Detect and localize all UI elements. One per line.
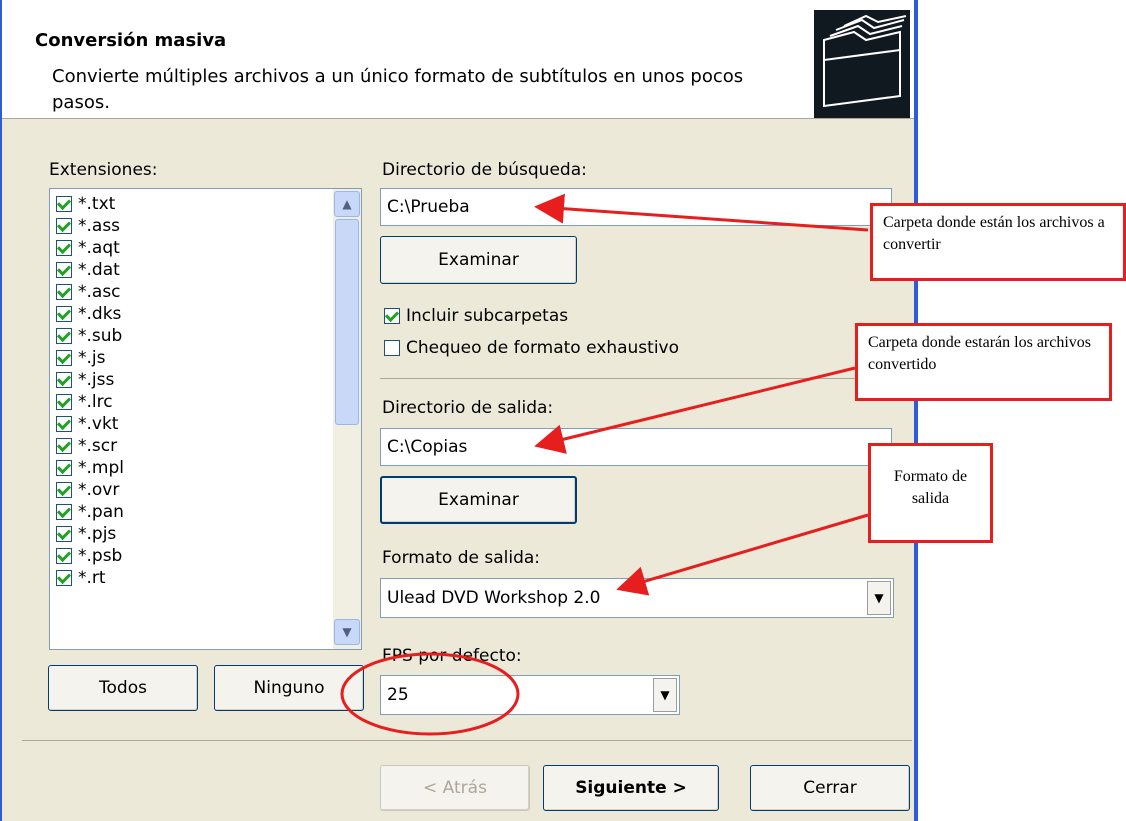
fps-highlight-circle — [340, 652, 520, 736]
search-callout-arrow — [534, 193, 869, 232]
format-callout-arrow — [616, 513, 869, 596]
output-callout-arrow — [534, 366, 856, 454]
annotation-overlay — [340, 193, 869, 736]
